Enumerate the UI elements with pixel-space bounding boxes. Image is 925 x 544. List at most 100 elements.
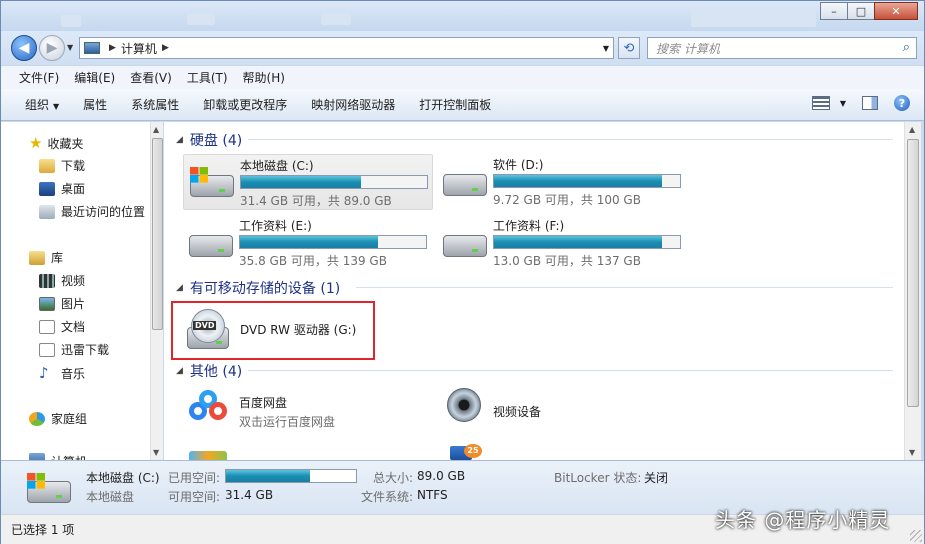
close-button[interactable]: ✕: [874, 2, 918, 20]
resize-grip-icon[interactable]: [910, 530, 922, 542]
menu-view[interactable]: 查看(V): [130, 69, 172, 86]
search-input[interactable]: 搜索 计算机 ⌕: [647, 37, 917, 59]
breadcrumb-separator-icon[interactable]: ▶: [109, 43, 116, 53]
documents-icon: [39, 319, 55, 334]
menu-edit[interactable]: 编辑(E): [74, 69, 115, 86]
sidebar-item-label: 桌面: [61, 182, 86, 196]
change-view-icon[interactable]: [811, 96, 830, 110]
search-placeholder: 搜索 计算机: [656, 41, 720, 56]
minimize-button[interactable]: –: [820, 2, 848, 20]
sidebar-scroll-thumb[interactable]: [152, 138, 163, 330]
scroll-down-icon[interactable]: ▼: [909, 448, 915, 457]
drive-name: DVD RW 驱动器 (G:): [240, 323, 357, 337]
breadcrumb-separator-icon[interactable]: ▶: [162, 43, 169, 53]
scroll-up-icon[interactable]: ▲: [153, 125, 159, 134]
group-header-removable[interactable]: ◢ 有可移动存储的设备 (1): [176, 278, 340, 298]
app-video-device[interactable]: 视频设备: [437, 384, 687, 434]
maximize-button[interactable]: □: [847, 2, 875, 20]
forward-button[interactable]: ▶: [39, 35, 65, 61]
desktop-icon: [39, 181, 55, 196]
content-scroll-thumb[interactable]: [907, 139, 919, 407]
sidebar-item-documents[interactable]: 文档: [39, 318, 85, 335]
sidebar-item-label: 库: [51, 251, 64, 265]
drive-name: 工作资料 (E:): [239, 219, 312, 233]
dvd-label-icon: DVD: [193, 321, 217, 330]
view-options-dropdown-icon[interactable]: ▼: [840, 99, 846, 108]
content-scrollbar[interactable]: ▲ ▼: [904, 122, 921, 460]
dvd-drive-g[interactable]: DVD DVD RW 驱动器 (G:): [171, 301, 375, 360]
drive-size: 31.4 GB 可用，共 89.0 GB: [240, 194, 392, 208]
open-control-panel-button[interactable]: 打开控制面板: [419, 96, 491, 113]
used-space-label: 已用空间:: [168, 471, 221, 485]
drive-c[interactable]: 本地磁盘 (C:) 31.4 GB 可用，共 89.0 GB: [183, 154, 433, 210]
search-icon[interactable]: ⌕: [903, 40, 910, 55]
menu-tools[interactable]: 工具(T): [187, 69, 228, 86]
group-title: 硬盘 (4): [189, 133, 243, 149]
windows-logo-icon: [27, 473, 45, 489]
file-system-label: 文件系统:: [361, 490, 414, 504]
sidebar-scrollbar[interactable]: ▲ ▼: [150, 122, 163, 460]
address-bar[interactable]: ▶ 计算机 ▶ ▼: [79, 37, 614, 59]
sidebar-item-libraries[interactable]: 库: [29, 249, 63, 266]
sidebar-item-downloads[interactable]: 下载: [39, 157, 85, 174]
drive-size: 13.0 GB 可用，共 137 GB: [493, 254, 641, 268]
chevron-down-icon: ▼: [53, 102, 60, 111]
drive-usage-bar: [239, 235, 427, 249]
back-button[interactable]: ◀: [11, 35, 37, 61]
hard-drive-icon: [189, 235, 233, 257]
sidebar-item-desktop[interactable]: 桌面: [39, 180, 85, 197]
sidebar-item-label: 音乐: [61, 366, 86, 381]
partial-app-item[interactable]: [189, 447, 229, 460]
organize-button[interactable]: 组织 ▼: [25, 96, 59, 113]
recent-pages-dropdown[interactable]: ▼: [67, 43, 73, 52]
sidebar-item-music[interactable]: ♪ 音乐: [39, 364, 85, 382]
partial-app-item[interactable]: 25: [450, 444, 486, 460]
sidebar-item-videos[interactable]: 视频: [39, 272, 85, 289]
sidebar-item-label: 迅雷下载: [61, 343, 110, 357]
preview-pane-icon[interactable]: [862, 96, 878, 110]
sidebar-item-recent[interactable]: 最近访问的位置: [39, 203, 145, 220]
uninstall-program-button[interactable]: 卸载或更改程序: [203, 96, 287, 113]
drive-f[interactable]: 工作资料 (F:) 13.0 GB 可用，共 137 GB: [437, 215, 687, 271]
menu-help[interactable]: 帮助(H): [243, 69, 285, 86]
drive-usage-fill: [240, 236, 378, 248]
used-space-fill: [226, 470, 311, 482]
command-bar: 组织 ▼ 属性 系统属性 卸载或更改程序 映射网络驱动器 打开控制面板 ▼ ?: [1, 89, 924, 121]
organize-label: 组织: [25, 98, 50, 112]
scroll-up-icon[interactable]: ▲: [909, 125, 915, 134]
selection-count: 已选择 1 项: [11, 523, 75, 537]
address-dropdown-icon[interactable]: ▼: [603, 44, 609, 53]
collapse-triangle-icon[interactable]: ◢: [176, 283, 183, 293]
downloads-folder-icon: [39, 158, 55, 173]
group-title: 其他 (4): [189, 364, 243, 380]
breadcrumb-computer[interactable]: 计算机: [121, 40, 157, 57]
group-header-other[interactable]: ◢ 其他 (4): [176, 361, 242, 381]
sidebar-item-homegroup[interactable]: 家庭组: [29, 410, 87, 427]
drive-d[interactable]: 软件 (D:) 9.72 GB 可用，共 100 GB: [437, 154, 687, 210]
drive-e[interactable]: 工作资料 (E:) 35.8 GB 可用，共 139 GB: [183, 215, 433, 271]
collapse-triangle-icon[interactable]: ◢: [176, 366, 183, 376]
system-properties-button[interactable]: 系统属性: [131, 96, 179, 113]
blurred-title-fragment: [187, 13, 215, 25]
library-icon: [29, 250, 45, 265]
app-baidu-netdisk[interactable]: 百度网盘 双击运行百度网盘: [183, 384, 433, 434]
group-header-hdd[interactable]: ◢ 硬盘 (4): [176, 130, 242, 150]
drive-usage-bar: [493, 235, 681, 249]
refresh-button[interactable]: ⟲: [618, 37, 640, 59]
bitlocker-label: BitLocker 状态:: [554, 471, 642, 485]
help-icon[interactable]: ?: [894, 95, 910, 111]
collapse-triangle-icon[interactable]: ◢: [176, 135, 183, 145]
group-title: 有可移动存储的设备 (1): [189, 281, 341, 297]
menu-file[interactable]: 文件(F): [19, 69, 59, 86]
properties-button[interactable]: 属性: [83, 96, 107, 113]
sidebar-item-favorites[interactable]: ★ 收藏夹: [29, 134, 83, 152]
recent-places-icon: [39, 204, 55, 219]
watermark: 头条 @程序小精灵: [715, 508, 891, 532]
sidebar-item-xunlei[interactable]: 迅雷下载: [39, 341, 109, 358]
sidebar-item-label: 收藏夹: [47, 136, 84, 151]
scroll-down-icon[interactable]: ▼: [153, 448, 159, 457]
windows-logo-icon: [190, 167, 208, 183]
menu-bar: 文件(F) 编辑(E) 查看(V) 工具(T) 帮助(H): [1, 65, 924, 89]
sidebar-item-pictures[interactable]: 图片: [39, 295, 85, 312]
map-network-drive-button[interactable]: 映射网络驱动器: [311, 96, 395, 113]
